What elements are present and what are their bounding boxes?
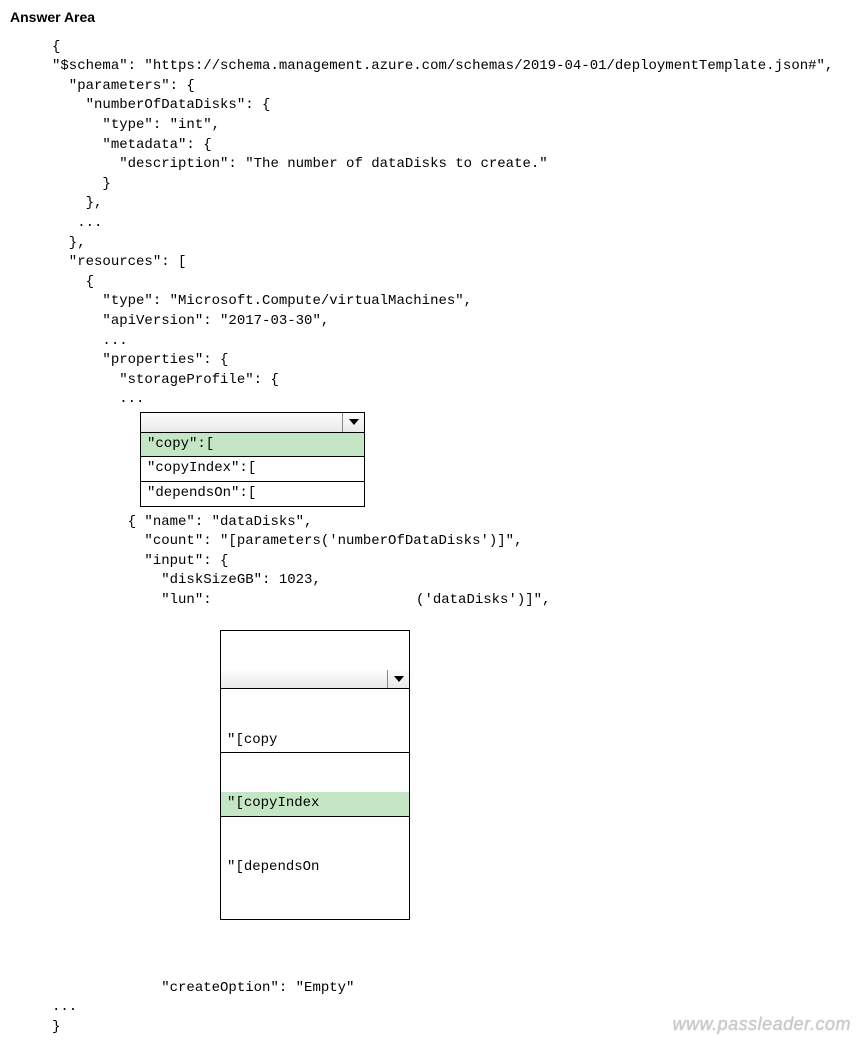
lun-label: "lun": — [10, 591, 220, 611]
lun-suffix: ('dataDisks')]", — [410, 591, 550, 611]
chevron-down-icon[interactable] — [387, 670, 409, 688]
dropdown-2-option-dependson[interactable]: "[dependsOn — [221, 856, 409, 880]
dropdown-2[interactable]: "[copy "[copyIndex "[dependsOn — [220, 630, 410, 920]
answer-area-heading: Answer Area — [10, 8, 855, 28]
dropdown-2-option-copy[interactable]: "[copy — [221, 729, 409, 754]
dropdown-1-option-dependson[interactable]: "dependsOn":[ — [141, 482, 364, 506]
dropdown-1-header[interactable] — [141, 413, 364, 433]
dropdown-1[interactable]: "copy":[ "copyIndex":[ "dependsOn":[ — [140, 412, 365, 507]
lun-line: "lun": "[copy "[copyIndex "[dependsOn ('… — [10, 591, 855, 959]
code-block-top: { "$schema": "https://schema.management.… — [10, 38, 855, 410]
chevron-down-icon[interactable] — [342, 413, 364, 432]
code-block-middle: { "name": "dataDisks", "count": "[parame… — [10, 513, 855, 591]
dropdown-2-header[interactable] — [221, 670, 409, 689]
dropdown-2-option-copyindex[interactable]: "[copyIndex — [221, 792, 409, 817]
code-block-bottom: "createOption": "Empty" ... } — [10, 959, 855, 1037]
dropdown-1-option-copyindex[interactable]: "copyIndex":[ — [141, 457, 364, 482]
dropdown-1-option-copy[interactable]: "copy":[ — [141, 433, 364, 458]
